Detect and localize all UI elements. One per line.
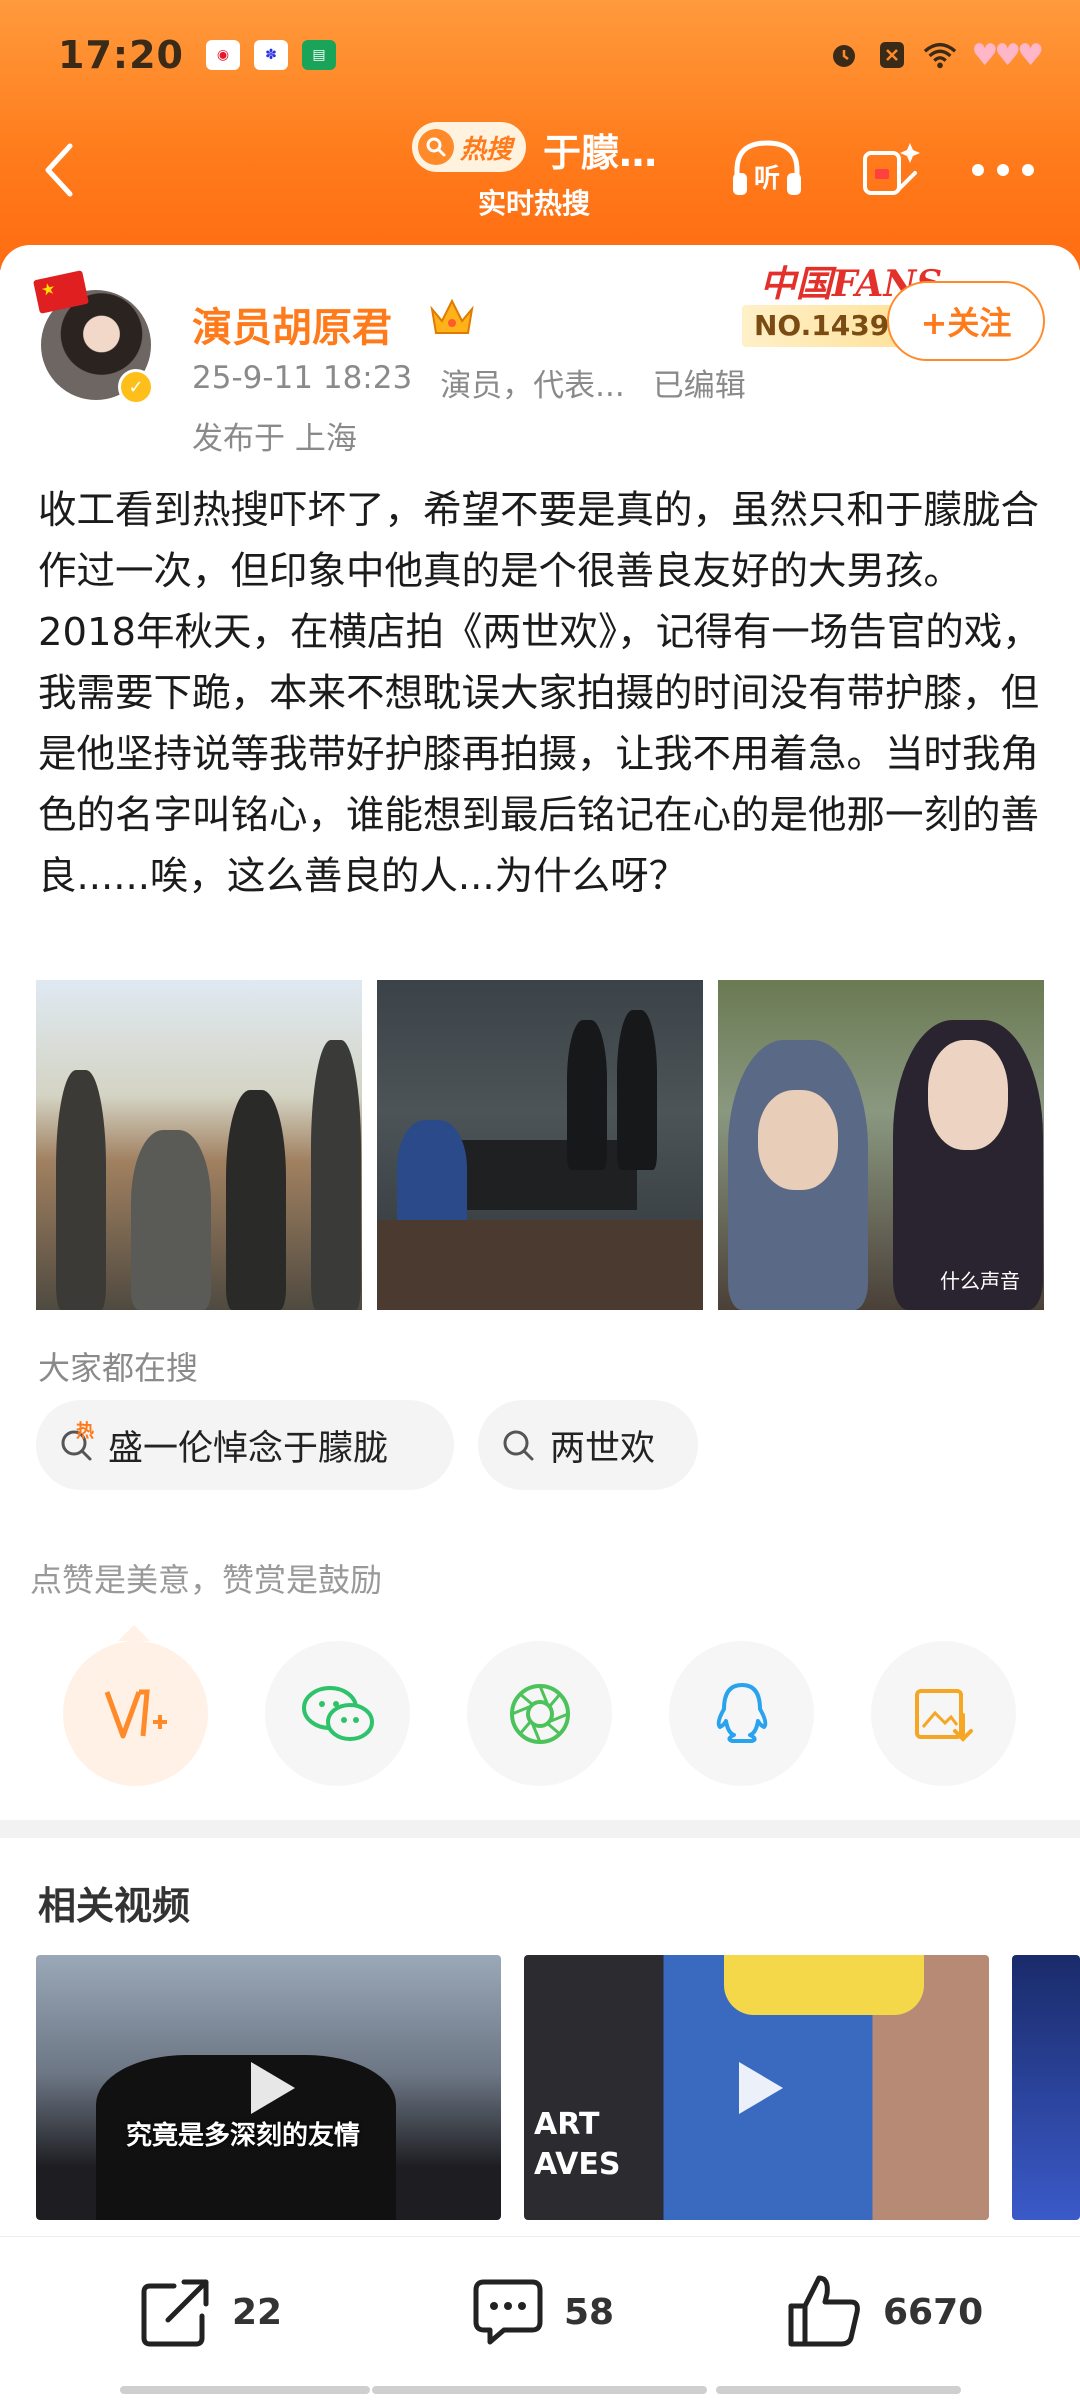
post-text: 收工看到热搜吓坏了，希望不要是真的，虽然只和于朦胧合作过一次，但印象中他真的是个… [38,488,1041,899]
related-video-2[interactable]: ART AVES [524,1955,989,2220]
post-card: ✓ 演员胡原君 25-9-11 18:23 演员，代表... 已编辑 发布于 上… [0,245,1080,2400]
photo-caption: 什么声音 [940,1269,1020,1293]
wechat-icon [301,1685,374,1741]
post-time: 25-9-11 18:23 [192,360,413,396]
vplus-tip-button[interactable] [63,1641,208,1786]
share-count: 22 [232,2291,283,2333]
ai-summary-button[interactable] [845,130,935,210]
hot-search-tag[interactable]: 热搜 [412,122,527,172]
trending-searches-title: 大家都在搜 [38,1349,199,1387]
search-icon [418,129,454,165]
play-icon [738,2061,783,2114]
news-icon: ▤ [301,40,336,70]
follow-button[interactable]: +关注 [887,281,1045,361]
search-chip-label: 盛一伦悼念于朦胧 [108,1428,389,1469]
home-indicator-segment [716,2386,961,2394]
verified-badge-icon: ✓ [118,369,154,405]
share-wechat-button[interactable] [265,1641,410,1786]
search-chip-1[interactable]: 热 盛一伦悼念于朦胧 [36,1400,454,1490]
share-icon [141,2279,209,2347]
comment-action[interactable]: 58 [470,2267,614,2357]
vplus-icon [104,1689,167,1738]
topic-subtitle: 实时热搜 [478,187,591,220]
weibo-icon: ◉ [205,40,240,70]
back-button[interactable] [30,130,90,210]
search-icon [503,1430,534,1461]
like-action[interactable]: 6670 [785,2267,983,2357]
share-action[interactable]: 22 [138,2267,282,2357]
thumbs-up-icon [788,2275,860,2347]
hot-mark: 热 [76,1421,94,1442]
top-nav: 热搜 于朦… 实时热搜 听 [0,110,1080,250]
ai-magic-icon [863,143,920,195]
search-chip-2[interactable]: 两世欢 [478,1400,698,1490]
save-image-icon [914,1688,973,1742]
header: 17:20 ◉ ✽ ▤ ♥♥♥ 热搜 于朦… 实时热搜 听 [0,0,1080,270]
encourage-text: 点赞是美意，赞赏是鼓励 [30,1561,383,1599]
video-shirt-text: ART AVES [534,2107,621,2182]
moments-icon [509,1683,570,1744]
share-qq-button[interactable] [669,1641,814,1786]
like-count: 6670 [883,2291,984,2333]
status-right: ♥♥♥ [827,37,1044,73]
status-time: 17:20 [58,33,184,77]
post-location: 发布于 上海 [192,421,357,457]
blocked-icon [875,40,909,70]
post-photo-3[interactable]: 什么声音 [718,980,1044,1310]
photo-grid: 什么声音 [36,980,1046,1310]
video-caption: 究竟是多深刻的友情 [126,2121,361,2151]
more-dots-icon [972,164,1034,176]
save-image-button[interactable] [871,1641,1016,1786]
listen-button[interactable]: 听 [722,130,812,210]
post-meta: 25-9-11 18:23 演员，代表... 已编辑 [192,360,746,405]
comment-icon [473,2279,543,2345]
related-videos-title: 相关视频 [38,1884,191,1928]
author-name[interactable]: 演员胡原君 [192,295,392,353]
post-photo-1[interactable] [36,980,362,1310]
pointer-triangle [118,1625,150,1641]
related-video-1[interactable]: 究竟是多深刻的友情 [36,1955,501,2220]
hot-search-icon: 热 [58,1421,98,1465]
svg-text:听: 听 [754,164,780,194]
chevron-left-icon [45,143,73,197]
search-chip-label: 两世欢 [550,1428,656,1469]
edited-label[interactable]: 已编辑 [653,360,746,405]
crown-icon [430,298,474,334]
more-button[interactable] [953,130,1053,210]
hot-tag-label: 热搜 [460,134,513,165]
bottom-action-bar: 22 58 6670 [0,2236,1080,2400]
alarm-icon [827,40,861,70]
topic-title[interactable]: 于朦… [543,122,657,177]
share-moments-button[interactable] [467,1641,612,1786]
related-video-3[interactable] [1012,1955,1080,2220]
hearts-icon: ♥♥♥ [971,37,1044,73]
status-bar: 17:20 ◉ ✽ ▤ ♥♥♥ [0,0,1080,110]
home-indicator-segment [372,2386,707,2394]
wifi-icon [923,40,957,70]
section-divider [0,1820,1080,1838]
post-photo-2[interactable] [377,980,703,1310]
author-role: 演员，代表... [440,368,625,404]
status-apps: ◉ ✽ ▤ [205,40,336,70]
qq-icon [716,1682,767,1743]
headphone-icon: 听 [733,140,801,195]
play-icon [250,2061,295,2114]
baidu-icon: ✽ [253,40,288,70]
comment-count: 58 [564,2291,615,2333]
home-indicator-segment [120,2386,370,2394]
